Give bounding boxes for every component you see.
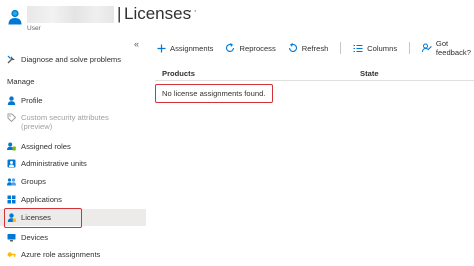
toolbar-label: Reprocess: [239, 43, 276, 53]
section-manage: Manage: [7, 77, 35, 86]
refresh-icon: [288, 43, 298, 53]
toolbar-label: Refresh: [301, 43, 329, 53]
roles-icon: [7, 142, 16, 151]
tag-icon: [7, 113, 16, 122]
toolbar-label: Assignments: [170, 43, 214, 53]
sidebar-item-label: Devices: [21, 233, 49, 242]
sidebar-item-diagnose[interactable]: Diagnose and solve problems: [0, 51, 146, 68]
collapse-sidebar-button[interactable]: «: [134, 39, 139, 49]
feedback-button[interactable]: Got feedback?: [421, 39, 471, 57]
admin-units-icon: [7, 159, 16, 168]
sidebar-item-devices[interactable]: Devices: [0, 229, 146, 246]
empty-state-message: No license assignments found.: [155, 84, 273, 103]
columns-icon: [353, 44, 363, 53]
redacted-user-name: [27, 6, 114, 23]
plus-icon: [157, 44, 166, 53]
sidebar-item-label: Azure role assignments: [21, 250, 101, 259]
licenses-highlight-box: [4, 208, 82, 228]
column-header-state[interactable]: State: [360, 69, 379, 78]
toolbar-label: Got feedback?: [435, 39, 471, 57]
sidebar-item-label: Profile: [21, 96, 43, 105]
user-icon: [8, 9, 22, 25]
sidebar-item-profile[interactable]: Profile: [0, 92, 146, 109]
sidebar-item-azure-role-assignments[interactable]: Azure role assignments: [0, 246, 146, 263]
key-icon: [7, 250, 16, 259]
sidebar-item-label: Administrative units: [21, 159, 87, 168]
toolbar-divider: [340, 42, 342, 54]
feedback-icon: [421, 43, 432, 53]
sidebar: « Diagnose and solve problems Manage Pro…: [0, 36, 146, 266]
page-subtitle: User: [27, 25, 41, 32]
command-bar: Assignments Reprocess Refresh Columns Go…: [157, 39, 474, 57]
reprocess-icon: [225, 43, 235, 53]
sidebar-item-groups[interactable]: Groups: [0, 173, 146, 190]
grid-icon: [7, 195, 16, 204]
more-options-button[interactable]: ···: [184, 5, 198, 17]
toolbar-label: Columns: [367, 43, 398, 53]
add-assignments-button[interactable]: Assignments: [157, 44, 213, 53]
page-header: | Licenses ··· User: [0, 0, 474, 36]
title-separator: |: [117, 4, 122, 23]
toolbar-divider: [409, 42, 410, 54]
columns-button[interactable]: Columns: [353, 44, 397, 53]
table-header-row: Products State: [155, 64, 474, 81]
page-title: Licenses: [124, 4, 192, 23]
column-header-products[interactable]: Products: [162, 69, 195, 78]
sidebar-item-label: Custom security attributes (preview): [21, 113, 109, 131]
reprocess-button[interactable]: Reprocess: [225, 43, 276, 53]
groups-icon: [7, 177, 16, 186]
sidebar-item-label: Groups: [21, 177, 46, 186]
person-icon: [7, 96, 16, 105]
sidebar-item-administrative-units[interactable]: Administrative units: [0, 155, 146, 172]
sidebar-item-applications[interactable]: Applications: [0, 191, 146, 208]
refresh-button[interactable]: Refresh: [288, 43, 329, 53]
device-icon: [7, 233, 16, 242]
sidebar-item-custom-security-attributes: Custom security attributes (preview): [0, 110, 146, 134]
sidebar-item-assigned-roles[interactable]: Assigned roles: [0, 138, 146, 155]
sidebar-item-label: Applications: [21, 195, 62, 204]
sidebar-item-label: Diagnose and solve problems: [21, 55, 122, 64]
wrench-icon: [7, 55, 16, 64]
sidebar-item-label: Assigned roles: [21, 142, 71, 151]
